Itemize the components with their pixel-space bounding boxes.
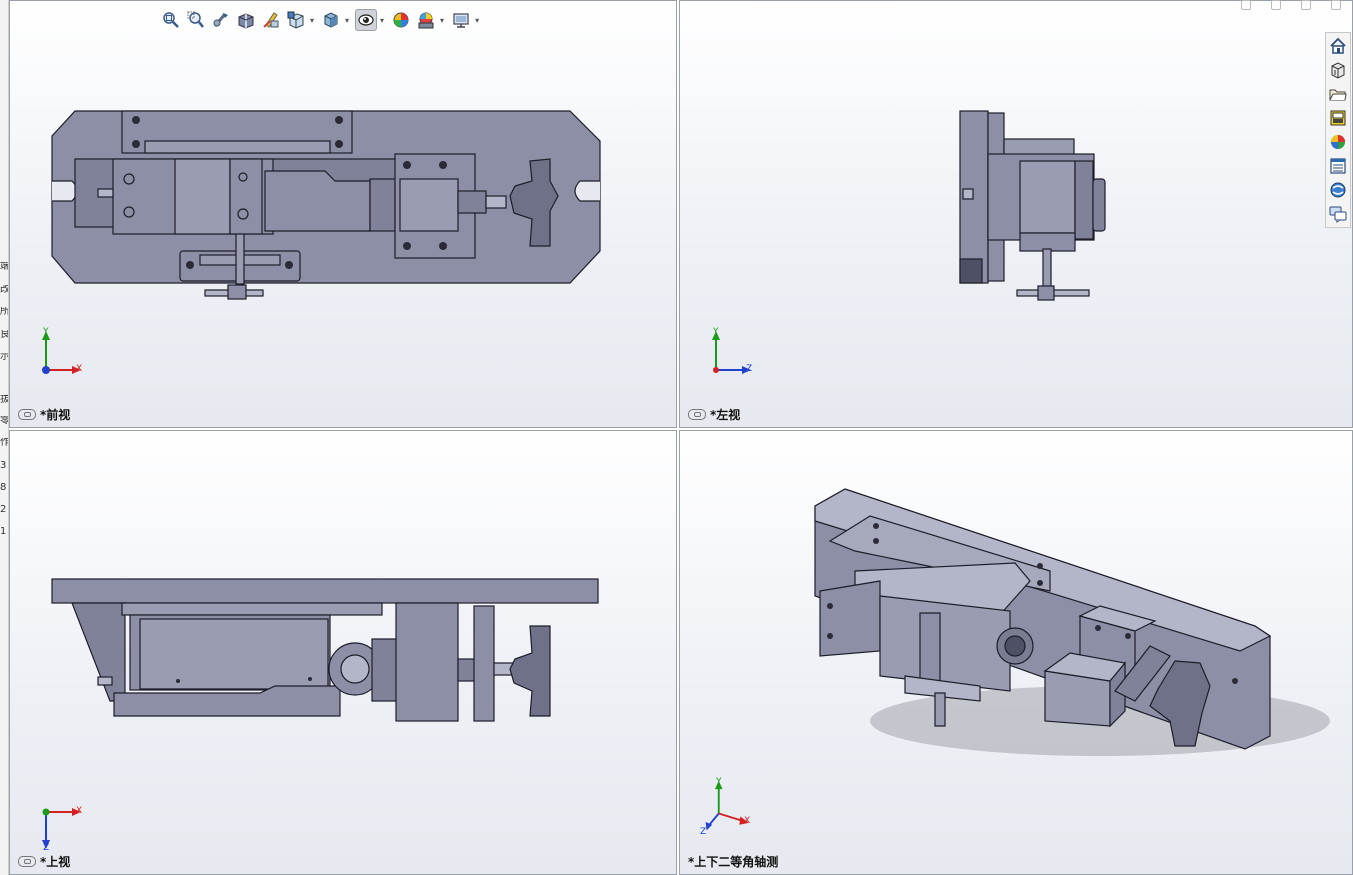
view-label-left: *左视	[688, 406, 740, 423]
axis-label-y: Y	[43, 327, 49, 337]
left-strip-char: 1	[0, 527, 7, 537]
tile-icon[interactable]	[1301, 0, 1311, 10]
view-name: *上下二等角轴测	[688, 855, 779, 869]
viewport-left[interactable]: Y Z *左视	[679, 0, 1353, 428]
home-icon[interactable]	[1327, 35, 1349, 57]
apply-scene-icon[interactable]	[415, 9, 437, 31]
axis-label-z: Z	[746, 364, 753, 374]
display-style-icon[interactable]	[320, 9, 342, 31]
front-view-model	[51, 110, 601, 300]
axis-label-x: X	[744, 816, 751, 826]
task-pane-tabs	[1325, 32, 1351, 228]
window-controls	[1241, 0, 1341, 10]
view-label-isometric: *上下二等角轴测	[688, 853, 778, 870]
zoom-to-area-icon[interactable]	[185, 9, 207, 31]
isometric-view-model	[814, 488, 1330, 756]
left-strip-char: 作	[0, 438, 8, 448]
axis-label-y: Y	[716, 777, 722, 787]
left-view-model	[959, 110, 1106, 301]
coordinate-triad	[705, 780, 749, 831]
view-label-front: *前视	[18, 406, 70, 423]
left-strip-char: 3	[0, 461, 7, 471]
minimize-icon[interactable]	[1241, 0, 1251, 10]
top-view-model	[51, 578, 599, 722]
axis-label-z: Z	[700, 827, 707, 837]
custom-properties-icon[interactable]	[1327, 155, 1349, 177]
restore-icon[interactable]	[1271, 0, 1281, 10]
appearances-icon[interactable]	[1327, 131, 1349, 153]
left-strip-char: 零	[0, 416, 8, 426]
view-orientation-icon[interactable]	[285, 9, 307, 31]
coordinate-triad	[712, 331, 751, 374]
chevron-down-icon[interactable]: ▾	[380, 16, 384, 25]
link-icon[interactable]	[688, 409, 706, 420]
edit-appearance-icon[interactable]	[390, 9, 412, 31]
left-panel-strip: 端 改 所 良 示 拔 零 作 3 8 2 1	[0, 0, 9, 875]
left-strip-char: 8	[0, 483, 7, 493]
file-explorer-icon[interactable]	[1327, 83, 1349, 105]
chevron-down-icon[interactable]: ▾	[345, 16, 349, 25]
heads-up-view-toolbar: ▾ ▾ ▾ ▾ ▾	[160, 6, 482, 34]
zoom-to-fit-icon[interactable]	[160, 9, 182, 31]
chevron-down-icon[interactable]: ▾	[475, 16, 479, 25]
axis-label-y: Y	[713, 327, 719, 337]
view-palette-icon[interactable]	[1327, 107, 1349, 129]
solidworks-resources-icon[interactable]	[1327, 179, 1349, 201]
hide-show-items-icon[interactable]	[355, 9, 378, 31]
viewport-isometric[interactable]: Y X Z *上下二等角轴测	[679, 430, 1353, 875]
viewport-front[interactable]: Y X *前视	[9, 0, 677, 428]
left-strip-char: 示	[0, 352, 8, 362]
view-settings-icon[interactable]	[450, 9, 472, 31]
left-strip-char: 2	[0, 505, 7, 515]
coordinate-triad	[42, 331, 81, 374]
left-strip-char: 端	[0, 262, 8, 272]
viewport-top[interactable]: X Z *上视	[9, 430, 677, 875]
left-strip-char: 拔	[0, 395, 8, 405]
chevron-down-icon[interactable]: ▾	[440, 16, 444, 25]
axis-label-x: X	[76, 806, 83, 816]
link-icon[interactable]	[18, 409, 36, 420]
previous-view-icon[interactable]	[210, 9, 232, 31]
view-label-top: *上视	[18, 853, 70, 870]
design-library-icon[interactable]	[1327, 59, 1349, 81]
left-strip-char: 改	[0, 285, 8, 295]
forum-icon[interactable]	[1327, 203, 1349, 225]
link-icon[interactable]	[18, 856, 36, 867]
view-name: *左视	[710, 408, 741, 422]
view-name: *上视	[40, 855, 71, 869]
coordinate-triad	[42, 808, 81, 849]
left-strip-char: 所	[0, 307, 8, 317]
axis-label-x: X	[76, 364, 83, 374]
close-icon[interactable]	[1331, 0, 1341, 10]
view-name: *前视	[40, 408, 71, 422]
left-strip-char: 良	[0, 330, 8, 340]
axis-label-z: Z	[43, 843, 50, 853]
section-view-icon[interactable]	[235, 9, 257, 31]
chevron-down-icon[interactable]: ▾	[310, 16, 314, 25]
dynamic-annotation-icon[interactable]	[260, 9, 282, 31]
